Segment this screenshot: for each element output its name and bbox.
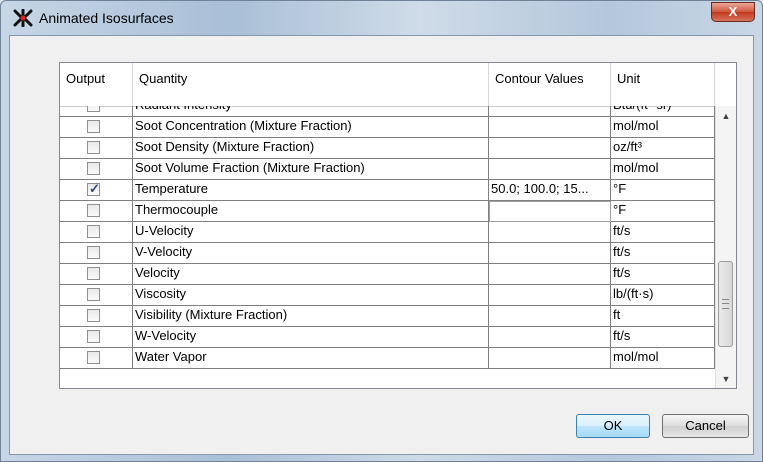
unit-cell: ft: [611, 306, 715, 327]
unit-cell: °F: [611, 201, 715, 222]
output-checkbox[interactable]: [87, 162, 100, 175]
output-cell: [60, 222, 133, 243]
output-checkbox[interactable]: [87, 330, 100, 343]
header-unit[interactable]: Unit: [611, 63, 715, 106]
table-row[interactable]: Velocity ft/s: [60, 264, 715, 285]
title-bar[interactable]: Animated Isosurfaces X: [1, 1, 762, 35]
quantity-cell: Velocity: [133, 264, 489, 285]
quantity-cell: Viscosity: [133, 285, 489, 306]
unit-cell: ft/s: [611, 264, 715, 285]
table-header: Output Quantity Contour Values Unit: [60, 63, 715, 107]
quantity-cell: Water Vapor: [133, 348, 489, 369]
table-row[interactable]: Visibility (Mixture Fraction) ft: [60, 306, 715, 327]
table-row[interactable]: W-Velocity ft/s: [60, 327, 715, 348]
scroll-down-icon[interactable]: ▼: [716, 369, 736, 388]
output-cell: [60, 243, 133, 264]
quantity-cell: Visibility (Mixture Fraction): [133, 306, 489, 327]
quantity-cell: Soot Density (Mixture Fraction): [133, 138, 489, 159]
output-cell: [60, 138, 133, 159]
grip-icon: [722, 299, 729, 309]
table-row[interactable]: U-Velocity ft/s: [60, 222, 715, 243]
unit-cell: mol/mol: [611, 159, 715, 180]
table-row[interactable]: Temperature50.0; 100.0; 15...°F: [60, 180, 715, 201]
unit-cell: mol/mol: [611, 348, 715, 369]
quantity-cell: V-Velocity: [133, 243, 489, 264]
contour-values-cell[interactable]: [489, 159, 611, 180]
contour-values-cell[interactable]: [489, 306, 611, 327]
contour-values-cell[interactable]: [489, 138, 611, 159]
contour-values-cell[interactable]: [489, 201, 611, 222]
table-row[interactable]: Viscosity lb/(ft·s): [60, 285, 715, 306]
output-cell: [60, 106, 133, 117]
unit-cell: ft/s: [611, 243, 715, 264]
output-cell: [60, 159, 133, 180]
output-checkbox[interactable]: [87, 225, 100, 238]
output-cell: [60, 117, 133, 138]
contour-values-cell[interactable]: 50.0; 100.0; 15...: [489, 180, 611, 201]
output-cell: [60, 180, 133, 201]
header-quantity[interactable]: Quantity: [133, 63, 489, 106]
output-checkbox[interactable]: [87, 351, 100, 364]
table-row[interactable]: Water Vapor mol/mol: [60, 348, 715, 369]
output-cell: [60, 264, 133, 285]
table-row[interactable]: Soot Concentration (Mixture Fraction) mol…: [60, 117, 715, 138]
window-title: Animated Isosurfaces: [39, 10, 174, 26]
contour-values-cell[interactable]: [489, 222, 611, 243]
unit-cell: Btu/(ft²·sr): [611, 106, 715, 117]
dialog-window: Animated Isosurfaces X Output Quantity C…: [0, 0, 763, 462]
table-row[interactable]: Thermocouple °F: [60, 201, 715, 222]
output-checkbox[interactable]: [87, 267, 100, 280]
quantity-cell: U-Velocity: [133, 222, 489, 243]
header-corner: [715, 63, 736, 106]
table-row[interactable]: Soot Volume Fraction (Mixture Fraction) m…: [60, 159, 715, 180]
output-checkbox[interactable]: [87, 181, 100, 197]
quantity-cell: Temperature: [133, 180, 489, 201]
contour-values-cell[interactable]: [489, 285, 611, 306]
output-cell: [60, 327, 133, 348]
unit-cell: ft/s: [611, 327, 715, 348]
table-row[interactable]: Soot Density (Mixture Fraction) oz/ft³: [60, 138, 715, 159]
output-checkbox[interactable]: [87, 106, 100, 112]
output-checkbox[interactable]: [87, 141, 100, 154]
output-checkbox[interactable]: [87, 204, 100, 217]
quantity-cell: W-Velocity: [133, 327, 489, 348]
table-row[interactable]: Radiant Intensity Btu/(ft²·sr): [60, 106, 715, 117]
quantity-cell: Soot Concentration (Mixture Fraction): [133, 117, 489, 138]
dialog-client-area: Output Quantity Contour Values Unit Radi…: [9, 35, 754, 455]
app-icon: [13, 9, 33, 27]
unit-cell: mol/mol: [611, 117, 715, 138]
close-button[interactable]: X: [711, 2, 755, 22]
contour-values-cell[interactable]: [489, 106, 611, 117]
contour-values-cell[interactable]: [489, 348, 611, 369]
contour-values-cell[interactable]: [489, 243, 611, 264]
table-body: Radiant IntensityBtu/(ft²·sr)Soot Concen…: [60, 106, 715, 388]
quantity-cell: Soot Volume Fraction (Mixture Fraction): [133, 159, 489, 180]
quantity-cell: Radiant Intensity: [133, 106, 489, 117]
output-checkbox[interactable]: [87, 309, 100, 322]
unit-cell: lb/(ft·s): [611, 285, 715, 306]
unit-cell: oz/ft³: [611, 138, 715, 159]
header-output[interactable]: Output: [60, 63, 133, 106]
output-checkbox[interactable]: [87, 288, 100, 301]
cancel-button[interactable]: Cancel: [662, 414, 749, 438]
contour-values-cell[interactable]: [489, 117, 611, 138]
table-row[interactable]: V-Velocity ft/s: [60, 243, 715, 264]
unit-cell: ft/s: [611, 222, 715, 243]
output-cell: [60, 201, 133, 222]
scroll-thumb[interactable]: [718, 261, 733, 347]
output-checkbox[interactable]: [87, 246, 100, 259]
quantity-table: Output Quantity Contour Values Unit Radi…: [59, 62, 737, 389]
output-cell: [60, 285, 133, 306]
output-cell: [60, 348, 133, 369]
output-checkbox[interactable]: [87, 120, 100, 133]
quantity-cell: Thermocouple: [133, 201, 489, 222]
unit-cell: °F: [611, 180, 715, 201]
vertical-scrollbar[interactable]: ▲ ▼: [715, 106, 736, 388]
output-cell: [60, 306, 133, 327]
contour-values-cell[interactable]: [489, 264, 611, 285]
scroll-up-icon[interactable]: ▲: [716, 106, 736, 126]
header-contour-values[interactable]: Contour Values: [489, 63, 611, 106]
contour-values-cell[interactable]: [489, 327, 611, 348]
ok-button[interactable]: OK: [576, 414, 650, 438]
